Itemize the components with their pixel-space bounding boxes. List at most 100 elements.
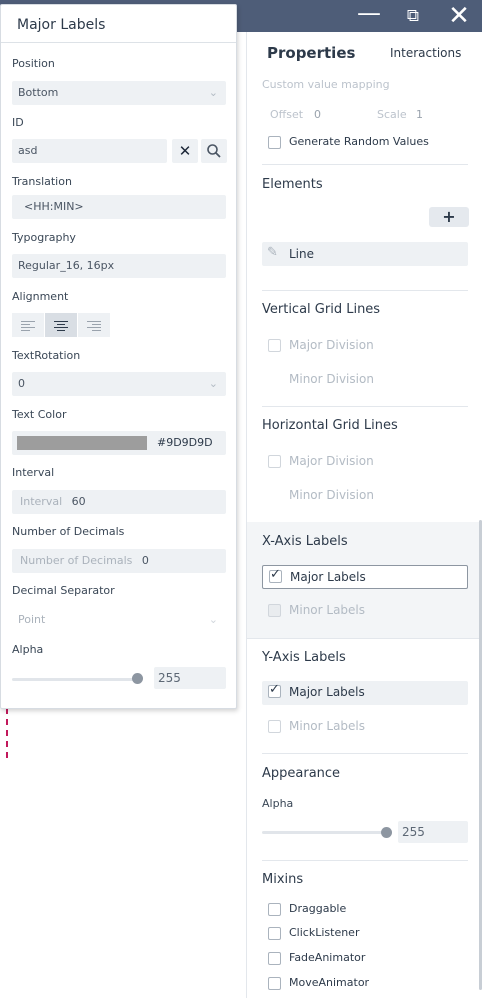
decimals-placeholder: Number of Decimals — [20, 554, 133, 567]
chevron-down-icon: ⌄ — [208, 86, 218, 99]
text-rotation-select[interactable]: 0 ⌄ — [12, 372, 226, 396]
clear-id-button[interactable]: ✕ — [172, 139, 198, 163]
text-color-value: #9D9D9D — [157, 436, 213, 449]
checkbox-box[interactable] — [268, 339, 281, 352]
generate-random-checkbox[interactable]: Generate Random Values — [262, 132, 468, 154]
close-icon: ✕ — [178, 142, 192, 160]
major-division-label: Major Division — [289, 454, 374, 468]
minor-division-label: Minor Division — [289, 488, 374, 502]
interval-placeholder: Interval — [20, 495, 63, 508]
color-swatch[interactable] — [17, 436, 147, 450]
align-right-button[interactable] — [78, 313, 110, 337]
properties-panel: Properties Interactions Custom value map… — [246, 32, 482, 998]
x-major-labels-checkbox[interactable]: Major Labels — [262, 565, 468, 589]
interval-input[interactable]: Interval 60 — [12, 490, 226, 514]
y-major-labels-checkbox[interactable]: Major Labels — [262, 681, 468, 705]
scale-value[interactable]: 1 — [416, 108, 423, 121]
offset-value[interactable]: 0 — [314, 108, 321, 121]
decimal-separator-select[interactable]: Point ⌄ — [12, 608, 226, 632]
generate-random-label: Generate Random Values — [289, 135, 429, 148]
divider — [262, 290, 468, 291]
horizontal-minor-division[interactable]: Minor Division — [262, 485, 468, 507]
divider — [262, 164, 468, 165]
divider — [262, 406, 468, 407]
vertical-minor-division[interactable]: Minor Division — [262, 369, 468, 391]
panel-tabs: Properties Interactions — [247, 32, 482, 72]
element-line-item[interactable]: ✎ Line — [262, 242, 468, 266]
elements-title: Elements — [262, 177, 323, 192]
checkbox-box[interactable] — [268, 604, 281, 617]
position-value: Bottom — [18, 86, 59, 99]
tab-properties[interactable]: Properties — [267, 44, 355, 62]
search-id-button[interactable] — [201, 139, 227, 163]
mixin-draggable-checkbox[interactable]: Draggable — [262, 899, 468, 921]
minor-division-label: Minor Division — [289, 372, 374, 386]
mixin-moveanimator-checkbox[interactable]: MoveAnimator — [262, 973, 468, 995]
decimals-label: Number of Decimals — [12, 525, 125, 538]
popup-alpha-slider-handle[interactable] — [132, 673, 143, 684]
decimal-separator-label: Decimal Separator — [12, 584, 115, 597]
chevron-down-icon: ⌄ — [208, 377, 218, 390]
text-color-label: Text Color — [12, 408, 67, 421]
element-line-label: Line — [289, 247, 315, 261]
pencil-icon[interactable]: ✎ — [267, 245, 278, 260]
checkbox-box[interactable] — [268, 136, 281, 149]
popup-alpha-label: Alpha — [12, 643, 44, 656]
checkbox-box[interactable] — [268, 977, 281, 990]
add-element-button[interactable]: + — [429, 207, 469, 227]
y-minor-labels-checkbox[interactable]: Minor Labels — [262, 716, 468, 738]
checkbox-box[interactable] — [268, 927, 281, 940]
x-axis-labels-title: X-Axis Labels — [262, 534, 348, 549]
typography-select[interactable]: Regular_16, 16px — [12, 254, 226, 278]
appearance-alpha-slider[interactable] — [262, 831, 387, 834]
horizontal-grid-title: Horizontal Grid Lines — [262, 418, 398, 433]
translation-input[interactable]: <HH:MIN> — [12, 195, 226, 219]
search-icon — [207, 144, 221, 158]
align-left-button[interactable] — [12, 313, 44, 337]
horizontal-major-division-checkbox[interactable]: Major Division — [262, 451, 468, 473]
mixin-clicklistener-checkbox[interactable]: ClickListener — [262, 923, 468, 945]
appearance-title: Appearance — [262, 766, 341, 781]
decimals-value: 0 — [141, 554, 149, 567]
decimal-separator-value: Point — [18, 613, 46, 626]
vertical-grid-title: Vertical Grid Lines — [262, 302, 381, 317]
minor-labels-label: Minor Labels — [289, 719, 366, 733]
appearance-alpha-input[interactable]: 255 — [398, 821, 468, 843]
position-select[interactable]: Bottom ⌄ — [12, 81, 226, 105]
popup-alpha-input[interactable]: 255 — [154, 667, 226, 689]
minor-labels-label: Minor Labels — [289, 603, 366, 617]
appearance-alpha-label: Alpha — [262, 797, 294, 810]
major-labels-label: Major Labels — [290, 570, 366, 584]
tab-interactions[interactable]: Interactions — [390, 46, 461, 60]
appearance-alpha-slider-handle[interactable] — [381, 827, 392, 838]
mixin-fadeanimator-checkbox[interactable]: FadeAnimator — [262, 948, 468, 970]
alignment-group — [12, 313, 110, 337]
interval-value: 60 — [71, 495, 86, 508]
mixin-label: ClickListener — [289, 926, 360, 939]
text-color-picker[interactable]: #9D9D9D — [12, 431, 226, 455]
vertical-major-division-checkbox[interactable]: Major Division — [262, 335, 468, 357]
typography-label: Typography — [12, 231, 76, 244]
checkbox-box[interactable] — [269, 567, 282, 583]
popup-alpha-slider[interactable] — [12, 678, 138, 681]
checkbox-box[interactable] — [268, 952, 281, 965]
translation-label: Translation — [12, 175, 72, 188]
mixin-label: MoveAnimator — [289, 976, 370, 989]
major-labels-label: Major Labels — [289, 685, 365, 699]
position-label: Position — [12, 57, 55, 70]
id-input[interactable]: asd — [12, 139, 167, 163]
decimals-input[interactable]: Number of Decimals 0 — [12, 549, 226, 573]
checkbox-box[interactable] — [268, 903, 281, 916]
major-division-label: Major Division — [289, 338, 374, 352]
checkbox-box[interactable] — [268, 720, 281, 733]
maximize-icon[interactable]: ⧉ — [401, 4, 425, 28]
checkbox-box[interactable] — [268, 682, 281, 698]
close-window-icon[interactable]: ✕ — [447, 3, 471, 29]
checkbox-box[interactable] — [268, 455, 281, 468]
alignment-label: Alignment — [12, 290, 69, 303]
align-center-button[interactable] — [45, 313, 77, 337]
mixins-title: Mixins — [262, 872, 304, 887]
x-minor-labels-checkbox[interactable]: Minor Labels — [262, 600, 468, 622]
minimize-icon[interactable]: — — [357, 1, 381, 28]
text-rotation-value: 0 — [18, 377, 25, 390]
